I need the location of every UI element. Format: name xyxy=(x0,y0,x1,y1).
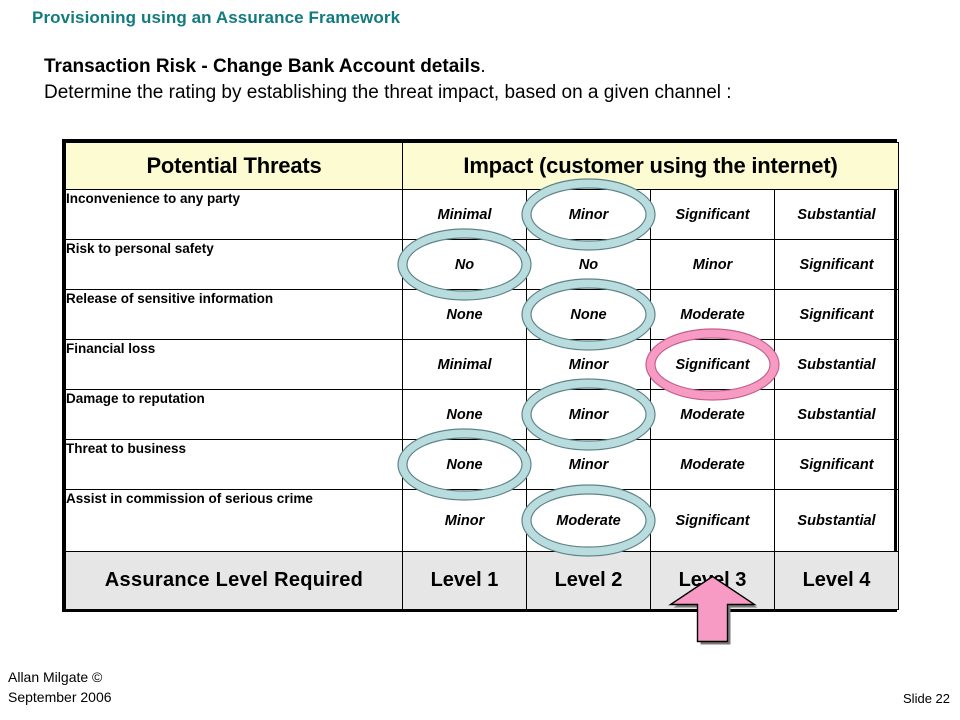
intro-subheading: Determine the rating by establishing the… xyxy=(44,82,732,103)
impact-value: Significant xyxy=(650,189,775,240)
intro-heading-period: . xyxy=(480,56,486,77)
footer-credit: Allan Milgate © September 2006 xyxy=(8,667,112,707)
risk-matrix-table: Potential Threats Impact (customer using … xyxy=(62,139,899,612)
intro-heading: Transaction Risk - Change Bank Account d… xyxy=(44,54,944,80)
impact-value: Minor xyxy=(526,439,651,490)
impact-value: Minimal xyxy=(402,339,527,390)
assurance-level-value: Level 1 xyxy=(402,551,527,610)
assurance-level-value: Level 2 xyxy=(526,551,651,610)
slide-number: Slide 22 xyxy=(903,691,950,706)
impact-value: None xyxy=(402,289,527,340)
impact-value: Minor xyxy=(402,489,527,552)
impact-value: Significant xyxy=(650,339,775,390)
impact-value: None xyxy=(526,289,651,340)
table-row: Financial loss Minimal Minor Significant Sub… xyxy=(65,339,899,390)
threat-label: Threat to business xyxy=(65,439,403,490)
threat-label: Financial loss xyxy=(65,339,403,390)
impact-value: None xyxy=(402,439,527,490)
footer-author: Allan Milgate © xyxy=(8,669,103,685)
intro-text-block: Transaction Risk - Change Bank Account d… xyxy=(44,54,944,106)
impact-value: Minor xyxy=(526,189,651,240)
impact-value: Moderate xyxy=(526,489,651,552)
table-row: Threat to business None Minor Moderate Signi… xyxy=(65,439,899,490)
threat-label: Release of sensitive information xyxy=(65,289,403,340)
assurance-level-label: Assurance Level Required xyxy=(65,551,403,610)
impact-value: Significant xyxy=(650,489,775,552)
threat-label: Assist in commission of serious crime xyxy=(65,489,403,552)
assurance-level-value: Level 3 xyxy=(650,551,775,610)
assurance-level-row: Assurance Level Required Level 1 Level 2 Le… xyxy=(65,551,899,610)
impact-value: Substantial xyxy=(774,389,899,440)
impact-value: Minor xyxy=(650,239,775,290)
assurance-level-value: Level 4 xyxy=(774,551,899,610)
threat-label: Inconvenience to any party xyxy=(65,189,403,240)
table-row: Risk to personal safety No No Minor Signific… xyxy=(65,239,899,290)
impact-value: Moderate xyxy=(650,289,775,340)
impact-value: Minimal xyxy=(402,189,527,240)
impact-value: Minor xyxy=(526,389,651,440)
impact-value: Minor xyxy=(526,339,651,390)
impact-value: No xyxy=(526,239,651,290)
table-header-row: Potential Threats Impact (customer using … xyxy=(65,142,899,190)
impact-value: Significant xyxy=(774,239,899,290)
page-title: Provisioning using an Assurance Framewor… xyxy=(32,8,401,27)
table-row: Damage to reputation None Minor Moderate Sub… xyxy=(65,389,899,440)
threat-label: Damage to reputation xyxy=(65,389,403,440)
impact-value: Moderate xyxy=(650,389,775,440)
impact-value: No xyxy=(402,239,527,290)
impact-value: Substantial xyxy=(774,189,899,240)
table-row: Inconvenience to any party Minimal Minor Si… xyxy=(65,189,899,240)
impact-value: None xyxy=(402,389,527,440)
column-header-impact: Impact (customer using the internet) xyxy=(402,142,899,190)
threat-label: Risk to personal safety xyxy=(65,239,403,290)
table-row: Release of sensitive information None None… xyxy=(65,289,899,340)
footer-date: September 2006 xyxy=(8,689,112,705)
impact-value: Moderate xyxy=(650,439,775,490)
impact-value: Significant xyxy=(774,289,899,340)
column-header-threats: Potential Threats xyxy=(65,142,403,190)
impact-value: Substantial xyxy=(774,339,899,390)
impact-value: Significant xyxy=(774,439,899,490)
impact-value: Substantial xyxy=(774,489,899,552)
table-row: Assist in commission of serious crime Min… xyxy=(65,489,899,552)
intro-heading-bold: Transaction Risk - Change Bank Account d… xyxy=(44,56,481,77)
